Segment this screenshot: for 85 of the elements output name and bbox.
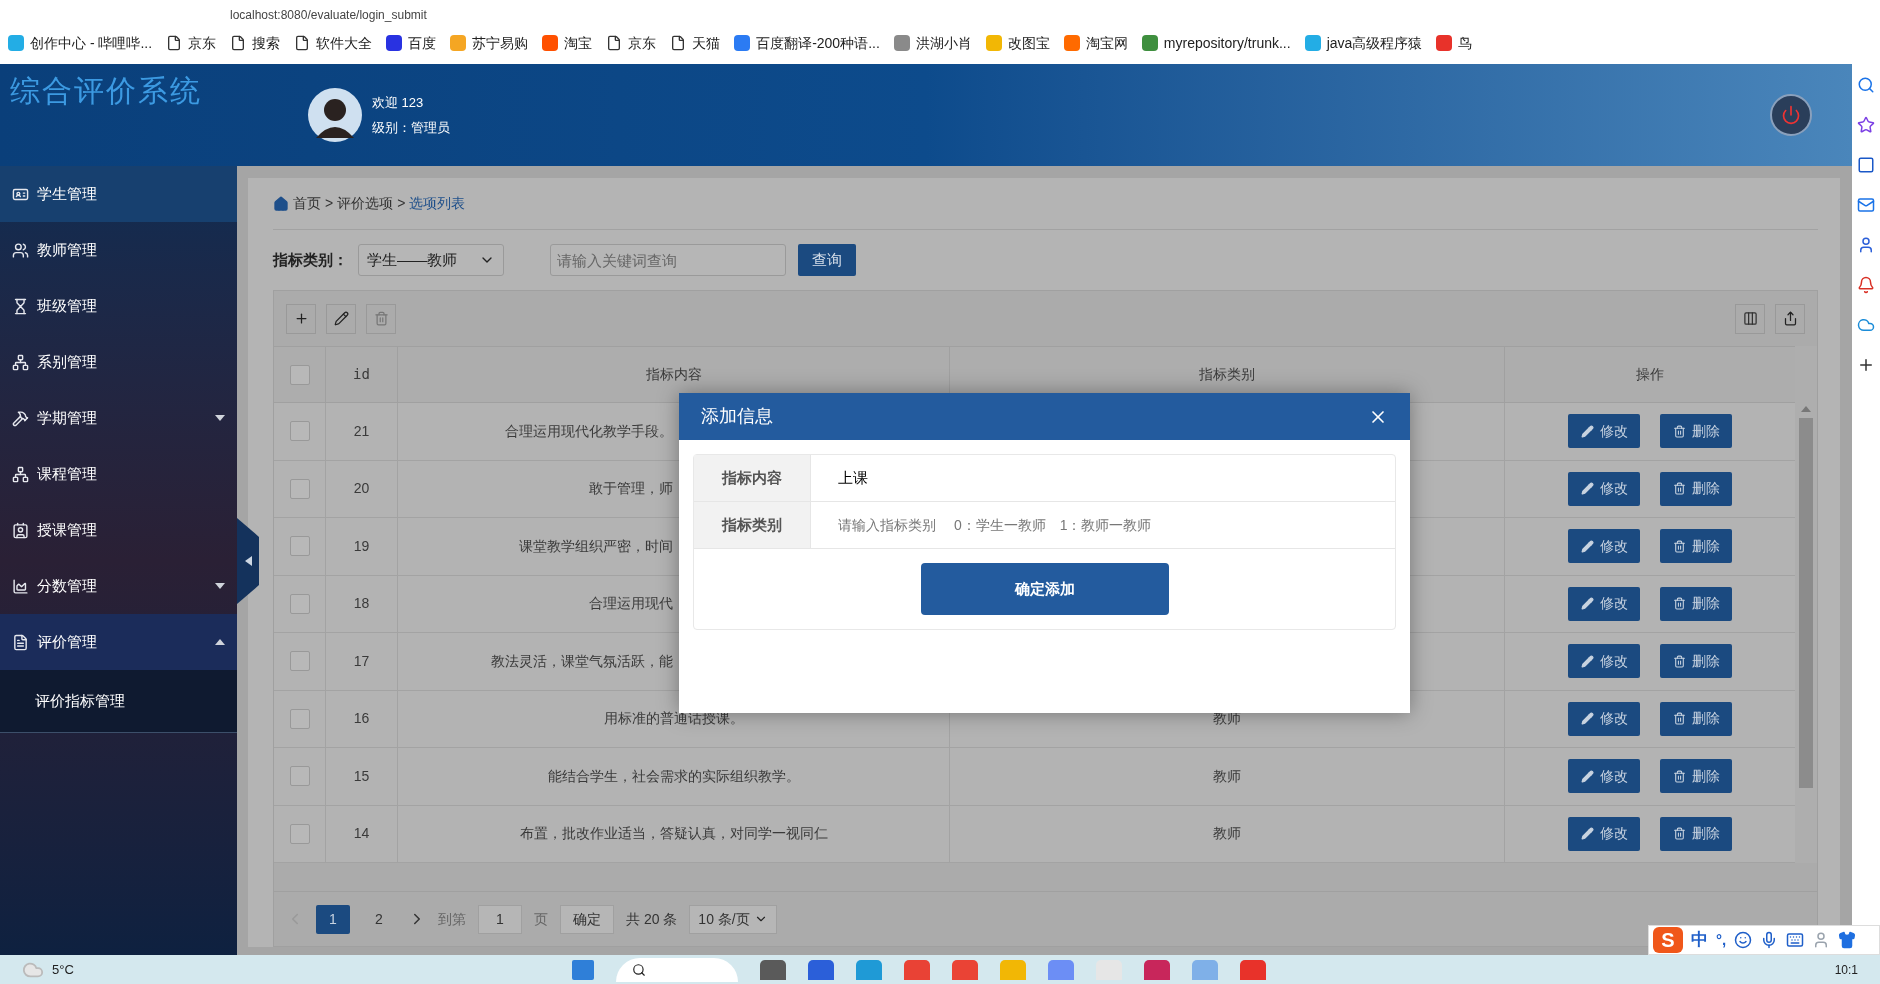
breadcrumb-link[interactable]: 选项列表	[409, 193, 466, 214]
table-cell: 14	[325, 805, 397, 862]
search-field[interactable]: 请输入关键词查询	[550, 244, 786, 276]
weather-text: 5°C	[52, 960, 74, 979]
field-label: 指标类别	[694, 502, 811, 548]
bookmark-link[interactable]: 京东	[188, 32, 217, 54]
sidebar-item[interactable]: 评价管理	[0, 614, 237, 670]
goto-label: 到第	[438, 909, 466, 929]
bookmark-link[interactable]: 淘宝网	[1085, 32, 1128, 54]
welcome-text: 欢迎 123	[372, 93, 425, 112]
table-cell: 能结合学生，社会需求的实际组织教学。	[397, 748, 949, 805]
delete-button[interactable]: 删除	[1660, 816, 1732, 851]
table-cell: 18	[325, 575, 397, 632]
bookmark-link[interactable]: 淘宝	[564, 32, 593, 54]
edit-button[interactable]: 修改	[1568, 471, 1640, 506]
bookmark-link[interactable]: 百度	[408, 32, 437, 54]
table-cell: 19	[325, 518, 397, 575]
table-cell: 15	[325, 748, 397, 805]
delete-button[interactable]: 删除	[1660, 529, 1732, 564]
delete-button[interactable]: 删除	[1660, 759, 1732, 794]
delete-button[interactable]: 删除	[1660, 471, 1732, 506]
address-bar-url[interactable]: localhost:8080/evaluate/login_submit	[230, 8, 427, 22]
field-label: 指标内容	[694, 455, 811, 501]
sidebar-item[interactable]: 课程管理	[0, 446, 237, 502]
table-cell: 教师	[949, 748, 1504, 805]
breadcrumb-separator: >	[397, 194, 406, 213]
page-button[interactable]: 2	[362, 904, 396, 934]
table-cell: 20	[325, 460, 397, 517]
sidebar-item[interactable]: 学生管理	[0, 166, 237, 222]
sidebar-item[interactable]: 授课管理	[0, 502, 237, 558]
bookmark-link[interactable]: 百度翻译-200种语...	[756, 32, 880, 54]
clock-text: 10:1	[1834, 961, 1858, 979]
sidebar-item[interactable]: 学期管理	[0, 390, 237, 446]
ime-logo: S	[1653, 927, 1683, 953]
edit-button[interactable]: 修改	[1568, 529, 1640, 564]
edit-button[interactable]: 修改	[1568, 816, 1640, 851]
edit-button[interactable]: 修改	[1568, 759, 1640, 794]
bookmark-link[interactable]: myrepository/trunk...	[1163, 32, 1291, 54]
sidebar-item[interactable]: 教师管理	[0, 222, 237, 278]
ime-punctuation[interactable]: °,	[1716, 928, 1727, 952]
edit-button[interactable]: 修改	[1568, 414, 1640, 449]
submit-button[interactable]: 确定添加	[920, 563, 1169, 615]
delete-button[interactable]: 删除	[1660, 644, 1732, 679]
page-size-select[interactable]: 10 条/页	[689, 904, 777, 934]
table-cell: 21	[325, 403, 397, 460]
page-suffix: 页	[534, 909, 548, 929]
sidebar-item[interactable]: 分数管理	[0, 558, 237, 614]
bookmark-link[interactable]: 洪湖小肖	[915, 32, 972, 54]
bookmark-link[interactable]: 搜索	[252, 32, 281, 54]
sidebar-item[interactable]: 系别管理	[0, 334, 237, 390]
bookmark-link[interactable]: 苏宁易购	[472, 32, 529, 54]
table-cell: 16	[325, 690, 397, 747]
ime-mode[interactable]: 中	[1691, 927, 1708, 953]
edit-button[interactable]: 修改	[1568, 644, 1640, 679]
bookmark-link[interactable]: 改图宝	[1007, 32, 1050, 54]
dialog-title: 添加信息	[701, 405, 773, 428]
bookmark-link[interactable]: 软件大全	[316, 32, 373, 54]
page-button[interactable]: 1	[316, 904, 350, 934]
delete-button[interactable]: 删除	[1660, 586, 1732, 621]
bookmark-link[interactable]: 京东	[628, 32, 657, 54]
delete-button[interactable]: 删除	[1660, 414, 1732, 449]
submenu-item[interactable]: 评价指标管理	[0, 670, 237, 732]
column-header: id	[325, 347, 397, 402]
edit-button[interactable]: 修改	[1568, 701, 1640, 736]
breadcrumb-link[interactable]: 评价选项	[337, 193, 394, 214]
table-cell: 17	[325, 633, 397, 690]
bookmark-link[interactable]: java高级程序猿	[1326, 32, 1423, 54]
category-select[interactable]: 学生——教师	[358, 244, 504, 276]
table-cell: 教师	[949, 805, 1504, 862]
filter-label: 指标类别：	[273, 249, 348, 270]
breadcrumb-separator: >	[325, 194, 334, 213]
total-count: 共 20 条	[626, 909, 678, 929]
bookmark-link[interactable]: 创作中心 - 哔哩哔...	[30, 32, 153, 54]
table-cell: 布置，批改作业适当，答疑认真，对同学一视同仁	[397, 805, 949, 862]
bookmark-link[interactable]: 天猫	[692, 32, 721, 54]
search-button[interactable]: 查询	[798, 244, 856, 276]
sidebar-item[interactable]: 班级管理	[0, 278, 237, 334]
system-title: 综合评价系统	[10, 73, 202, 109]
confirm-button[interactable]: 确定	[560, 904, 614, 934]
breadcrumb-link[interactable]: 首页	[293, 193, 321, 214]
edit-button[interactable]: 修改	[1568, 586, 1640, 621]
role-text: 级别：管理员	[372, 119, 450, 137]
bookmark-link[interactable]: 鸟	[1458, 32, 1473, 54]
delete-button[interactable]: 删除	[1660, 701, 1732, 736]
page-input[interactable]: 1	[478, 904, 522, 934]
